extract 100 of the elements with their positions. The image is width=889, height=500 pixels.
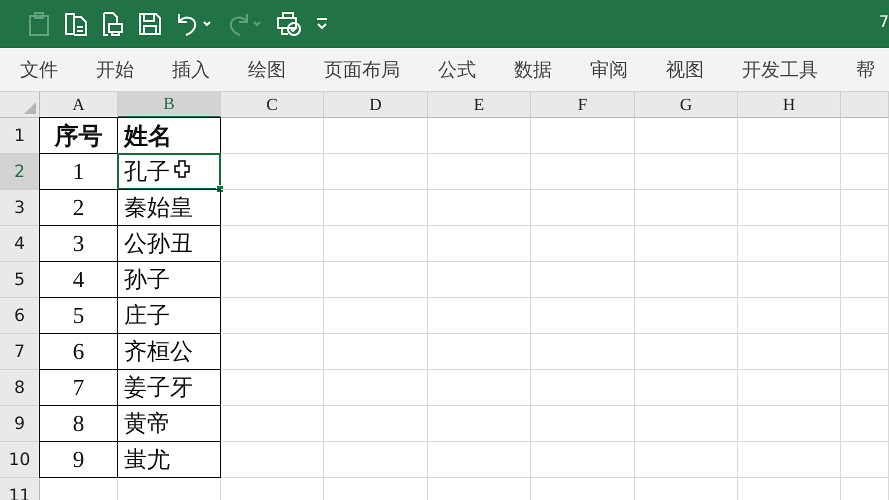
empty-cell[interactable] — [324, 154, 428, 190]
empty-cell[interactable] — [324, 370, 428, 406]
empty-cell[interactable] — [738, 406, 841, 442]
empty-cell[interactable] — [635, 190, 738, 226]
row-header[interactable]: 2 — [0, 154, 40, 190]
empty-cell[interactable] — [221, 118, 324, 154]
empty-cell[interactable] — [324, 118, 428, 154]
column-header[interactable]: B — [118, 92, 221, 118]
empty-cell[interactable] — [531, 190, 635, 226]
empty-cell[interactable] — [635, 442, 738, 478]
empty-cell[interactable] — [531, 262, 635, 298]
empty-cell[interactable] — [428, 442, 531, 478]
empty-cell[interactable] — [841, 226, 889, 262]
empty-cell[interactable] — [428, 190, 531, 226]
empty-cell[interactable] — [324, 190, 428, 226]
ribbon-tab[interactable]: 插入 — [172, 56, 210, 82]
ribbon-tab[interactable]: 绘图 — [248, 56, 286, 82]
empty-cell[interactable] — [738, 334, 841, 370]
column-header[interactable]: D — [324, 92, 428, 118]
ribbon-tab[interactable]: 文件 — [20, 56, 58, 82]
ribbon-tab[interactable]: 帮 — [856, 56, 875, 82]
empty-cell[interactable] — [635, 370, 738, 406]
empty-cell[interactable] — [531, 118, 635, 154]
empty-cell[interactable] — [841, 370, 889, 406]
empty-cell[interactable] — [324, 262, 428, 298]
empty-cell[interactable] — [841, 298, 889, 334]
empty-cell[interactable] — [531, 226, 635, 262]
empty-cell[interactable] — [635, 262, 738, 298]
table-cell[interactable]: 秦始皇 — [117, 189, 221, 226]
empty-cell[interactable] — [221, 442, 324, 478]
row-header[interactable]: 10 — [0, 442, 40, 478]
ribbon-tab[interactable]: 页面布局 — [324, 56, 400, 82]
row-header[interactable]: 9 — [0, 406, 40, 442]
empty-cell[interactable] — [324, 298, 428, 334]
column-header[interactable]: H — [738, 92, 841, 118]
empty-cell[interactable] — [841, 262, 889, 298]
select-all-button[interactable] — [0, 92, 40, 118]
empty-cell[interactable] — [841, 190, 889, 226]
empty-cell[interactable] — [738, 190, 841, 226]
empty-cell[interactable] — [428, 226, 531, 262]
empty-cell[interactable] — [324, 442, 428, 478]
table-cell[interactable]: 姓名 — [117, 117, 221, 154]
empty-cell[interactable] — [738, 298, 841, 334]
ribbon-tab[interactable]: 公式 — [438, 56, 476, 82]
column-header[interactable]: F — [531, 92, 635, 118]
ribbon-tab[interactable]: 开始 — [96, 56, 134, 82]
empty-cell[interactable] — [324, 406, 428, 442]
ribbon-tab[interactable]: 审阅 — [590, 56, 628, 82]
row-header[interactable]: 7 — [0, 334, 40, 370]
empty-cell[interactable] — [221, 406, 324, 442]
empty-cell[interactable] — [635, 154, 738, 190]
row-header[interactable]: 1 — [0, 118, 40, 154]
empty-cell[interactable] — [428, 154, 531, 190]
empty-cell[interactable] — [221, 154, 324, 190]
empty-cell[interactable] — [738, 442, 841, 478]
empty-cell[interactable] — [635, 226, 738, 262]
row-header[interactable]: 5 — [0, 262, 40, 298]
row-header[interactable]: 3 — [0, 190, 40, 226]
empty-cell[interactable] — [221, 190, 324, 226]
empty-cell[interactable] — [428, 118, 531, 154]
empty-cell[interactable] — [428, 334, 531, 370]
empty-cell[interactable] — [324, 226, 428, 262]
column-header[interactable]: G — [635, 92, 738, 118]
table-cell[interactable]: 孔子 — [117, 153, 221, 190]
empty-cell[interactable] — [841, 334, 889, 370]
toolbar-button[interactable] — [276, 9, 302, 39]
empty-cell[interactable] — [428, 262, 531, 298]
row-header[interactable]: 4 — [0, 226, 40, 262]
row-header[interactable]: 8 — [0, 370, 40, 406]
empty-cell[interactable] — [635, 118, 738, 154]
empty-cell[interactable] — [531, 406, 635, 442]
empty-cell[interactable] — [221, 298, 324, 334]
empty-cell[interactable] — [841, 406, 889, 442]
empty-cell[interactable] — [738, 118, 841, 154]
empty-cell[interactable] — [738, 226, 841, 262]
column-header[interactable] — [841, 92, 889, 118]
empty-cell[interactable] — [428, 298, 531, 334]
empty-cell[interactable] — [531, 442, 635, 478]
empty-cell[interactable] — [738, 370, 841, 406]
empty-cell[interactable] — [635, 334, 738, 370]
ribbon-tab[interactable]: 开发工具 — [742, 56, 818, 82]
empty-cell[interactable] — [738, 154, 841, 190]
empty-cell[interactable] — [531, 334, 635, 370]
column-header[interactable]: A — [40, 92, 118, 118]
empty-cell[interactable] — [221, 370, 324, 406]
ribbon-tab[interactable]: 视图 — [666, 56, 704, 82]
empty-cell[interactable] — [324, 334, 428, 370]
row-header[interactable]: 6 — [0, 298, 40, 334]
empty-cell[interactable] — [531, 298, 635, 334]
empty-cell[interactable] — [635, 406, 738, 442]
empty-cell[interactable] — [221, 334, 324, 370]
empty-cell[interactable] — [428, 406, 531, 442]
empty-cell[interactable] — [841, 442, 889, 478]
empty-cell[interactable] — [531, 154, 635, 190]
empty-cell[interactable] — [635, 298, 738, 334]
ribbon-tab[interactable]: 数据 — [514, 56, 552, 82]
column-header[interactable]: C — [221, 92, 324, 118]
empty-cell[interactable] — [738, 262, 841, 298]
empty-cell[interactable] — [221, 262, 324, 298]
empty-cell[interactable] — [841, 154, 889, 190]
